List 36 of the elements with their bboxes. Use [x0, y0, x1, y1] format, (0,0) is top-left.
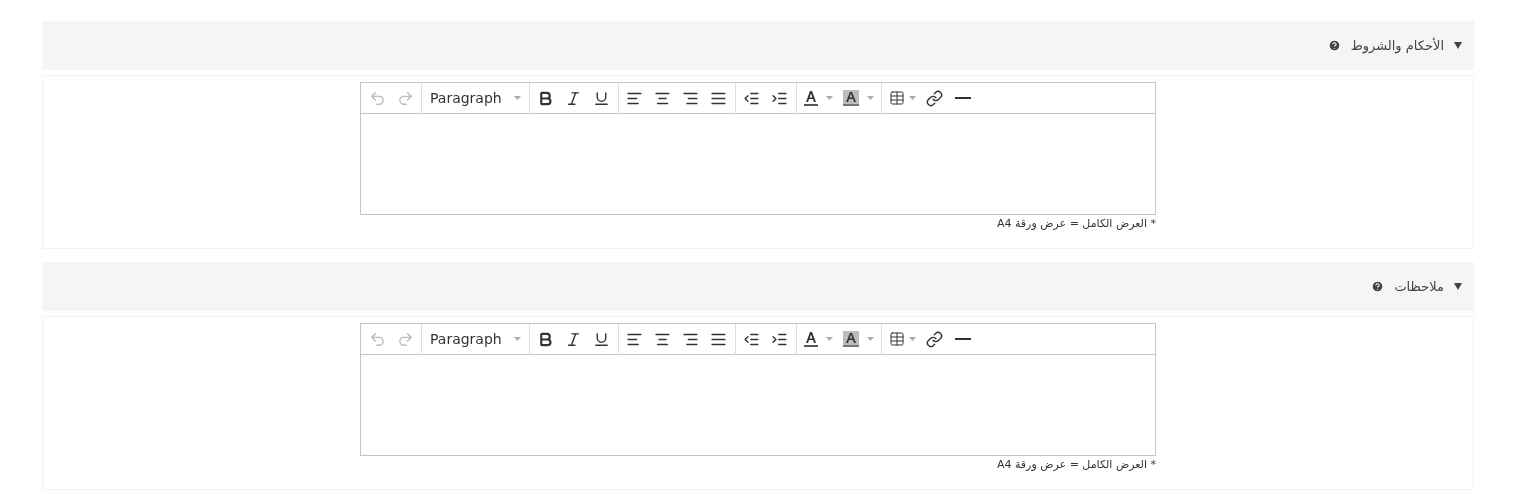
dropdown-caret-icon [513, 337, 521, 341]
dropdown-caret-icon [866, 337, 874, 341]
format-dropdown[interactable]: Paragraph [424, 85, 527, 111]
expand-toggle-icon[interactable] [1454, 283, 1462, 290]
redo-icon [396, 89, 414, 107]
table-icon [888, 90, 905, 106]
text-color-icon [803, 331, 818, 347]
dropdown-caret-icon [825, 96, 833, 100]
link-icon [926, 330, 944, 348]
text-color-icon [803, 90, 818, 106]
background-color-icon [842, 90, 859, 106]
dropdown-caret-icon [866, 96, 874, 100]
dropdown-caret-icon [908, 96, 916, 100]
dropdown-caret-icon [825, 337, 833, 341]
undo-icon [368, 89, 386, 107]
section-title: ملاحظات [1394, 277, 1444, 296]
dropdown-caret-icon [513, 96, 521, 100]
table-icon [888, 331, 905, 347]
redo-icon [396, 330, 414, 348]
help-icon[interactable] [1327, 39, 1341, 52]
underline-icon [593, 330, 611, 348]
section-header[interactable]: ملاحظات [42, 262, 1474, 311]
section-header[interactable]: الأحكام والشروط [42, 21, 1474, 70]
help-icon[interactable] [1371, 280, 1385, 293]
link-icon [926, 89, 944, 107]
undo-icon [368, 330, 386, 348]
background-color-icon [842, 331, 859, 347]
underline-icon [593, 89, 611, 107]
format-dropdown[interactable]: Paragraph [424, 326, 527, 352]
section-title: الأحكام والشروط [1350, 36, 1444, 56]
width-note: * العرض الكامل = عرض ورقة A4 [996, 216, 1156, 232]
dropdown-caret-icon [908, 337, 916, 341]
width-note: * العرض الكامل = عرض ورقة A4 [996, 457, 1156, 473]
expand-toggle-icon[interactable] [1454, 42, 1462, 49]
horizontal-rule-icon [954, 338, 971, 340]
horizontal-rule-icon [954, 97, 971, 99]
